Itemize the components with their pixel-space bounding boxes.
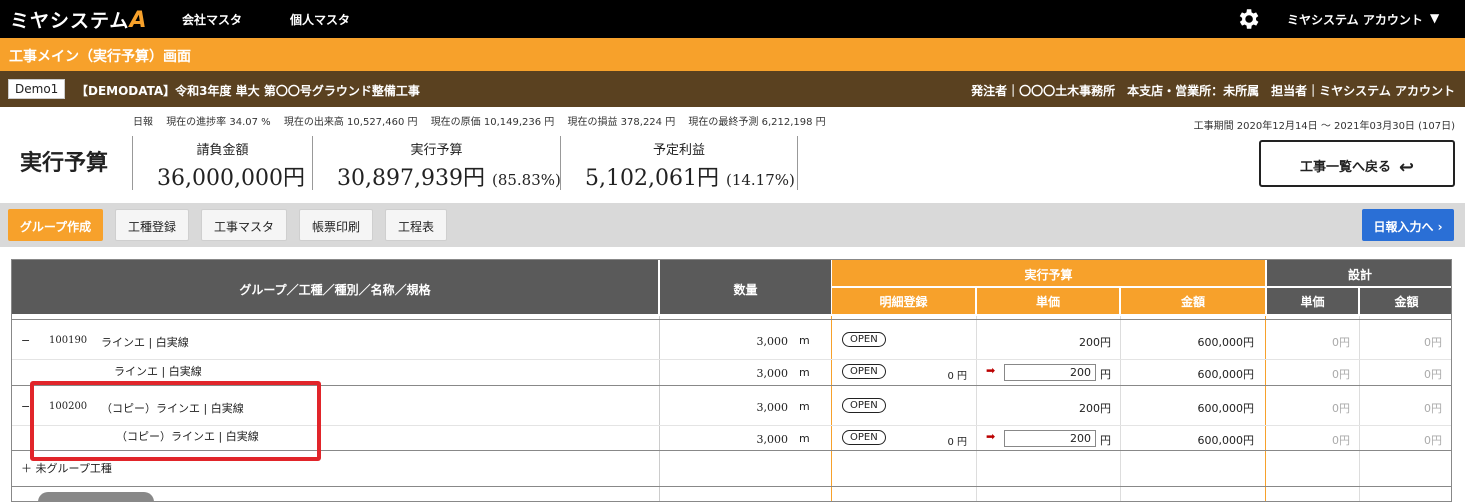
metric-label-contract: 請負金額 [196, 143, 249, 158]
bottom-button[interactable] [38, 492, 154, 502]
col-sep [1120, 316, 1121, 501]
stat-daily[interactable]: 日報 [133, 117, 153, 128]
qty-value: 3,000 [756, 433, 789, 446]
row-sep [12, 359, 1451, 360]
metric-label-profit: 予定利益 [652, 143, 705, 158]
detail-amount: 0 円 [947, 371, 967, 382]
qty-value: 3,000 [756, 367, 789, 380]
metric-label-budget: 実行予算 [410, 143, 463, 158]
qty-unit: m [799, 334, 810, 347]
item-name[interactable]: ラインエ | 白実線 [114, 363, 202, 379]
chevron-down-icon[interactable]: ▼ [1430, 11, 1439, 25]
header-unit-price: 単価 [977, 288, 1120, 314]
unit-price-suffix: 円 [1100, 434, 1111, 447]
arrow-icon: ➡ [986, 364, 996, 377]
design-unit-price: 0円 [1332, 434, 1350, 447]
project-bar: Demo1 【DEMODATA】令和3年度 単大 第〇〇号グラウンド整備工事 発… [0, 71, 1465, 107]
account-menu[interactable]: ミヤシステム アカウント [1287, 11, 1423, 28]
stat-forecast: 現在の最終予測 6,212,198 円 [688, 117, 826, 128]
metric-value-budget: 30,897,939円 (85.83%) [337, 166, 561, 191]
header-design-unit: 単価 [1266, 288, 1359, 314]
back-to-list-button[interactable]: 工事一覧へ戻る ↩ [1259, 140, 1455, 187]
stat-profit: 現在の損益 378,224 円 [567, 117, 676, 128]
stat-progress: 現在の進捗率 34.07 % [166, 117, 271, 128]
header-design-amount: 金額 [1360, 288, 1451, 314]
header-qty: 数量 [660, 260, 831, 314]
amount: 600,000円 [1197, 402, 1255, 415]
open-button[interactable]: OPEN [842, 364, 886, 379]
collapse-toggle[interactable]: − [21, 334, 30, 347]
print-forms-button[interactable]: 帳票印刷 [299, 209, 373, 241]
work-master-button[interactable]: 工事マスタ [201, 209, 287, 241]
qty-unit: m [799, 432, 810, 445]
unit-price: 200円 [1079, 402, 1111, 415]
top-navbar: ミヤシステムA 会社マスタ 個人マスタ ミヤシステム アカウント ▼ [0, 0, 1465, 38]
divider [797, 136, 798, 190]
design-unit-price: 0円 [1332, 368, 1350, 381]
nav-company-master[interactable]: 会社マスタ [182, 11, 242, 28]
unit-price-input[interactable]: 200 [1004, 430, 1096, 447]
metric-value-profit: 5,102,061円 (14.17%) [585, 166, 795, 191]
detail-amount: 0 円 [947, 437, 967, 448]
return-icon: ↩ [1398, 157, 1415, 178]
header-design: 設計 [1266, 260, 1451, 287]
stat-cost: 現在の原価 10,149,236 円 [430, 117, 555, 128]
qty-unit: m [799, 400, 810, 413]
unit-price: 200円 [1079, 336, 1111, 349]
amount: 600,000円 [1197, 336, 1255, 349]
design-unit-price: 0円 [1332, 336, 1350, 349]
metric-value-contract: 36,000,000円 [157, 166, 305, 191]
design-amount: 0円 [1424, 336, 1442, 349]
col-sep [1359, 316, 1360, 501]
qty-value: 3,000 [756, 401, 789, 414]
toolbar: グループ作成 工種登録 工事マスタ 帳票印刷 工程表 日報入力へ › [0, 203, 1465, 247]
ungrouped-work-types[interactable]: ＋ 未グループ工種 [21, 460, 112, 476]
row-sep [12, 319, 1451, 320]
qty-unit: m [799, 366, 810, 379]
qty-value: 3,000 [756, 335, 789, 348]
row-sep [12, 486, 1451, 487]
page-title: 実行予算 [20, 150, 109, 176]
open-button[interactable]: OPEN [842, 398, 886, 413]
app-logo[interactable]: ミヤシステムA [10, 6, 147, 33]
design-amount: 0円 [1424, 434, 1442, 447]
unit-price-suffix: 円 [1100, 368, 1111, 381]
nav-personal-master[interactable]: 個人マスタ [290, 11, 350, 28]
arrow-icon: ➡ [986, 430, 996, 443]
col-sep [659, 316, 660, 501]
screen-title: 工事メイン（実行予算）画面 [0, 38, 1465, 71]
create-group-button[interactable]: グループ作成 [8, 209, 103, 241]
open-button[interactable]: OPEN [842, 332, 886, 347]
design-unit-price: 0円 [1332, 402, 1350, 415]
col-sep [976, 316, 977, 501]
project-name: 【DEMODATA】令和3年度 単大 第〇〇号グラウンド整備工事 [76, 84, 420, 98]
header-detail: 明細登録 [832, 288, 976, 314]
gear-icon[interactable] [1235, 6, 1261, 32]
header-amount: 金額 [1121, 288, 1265, 314]
amount: 600,000円 [1197, 434, 1255, 447]
group-name[interactable]: ラインエ | 白実線 [101, 334, 189, 350]
daily-report-button[interactable]: 日報入力へ › [1362, 209, 1454, 241]
design-amount: 0円 [1424, 368, 1442, 381]
col-sep [831, 316, 832, 501]
demo-badge: Demo1 [8, 79, 66, 99]
stat-output: 現在の出来高 10,527,460 円 [283, 117, 418, 128]
col-sep [1265, 316, 1266, 501]
open-button[interactable]: OPEN [842, 430, 886, 445]
highlight-annotation [30, 381, 321, 461]
progress-stats: 日報 現在の進捗率 34.07 % 現在の出来高 10,527,460 円 現在… [133, 113, 836, 128]
amount: 600,000円 [1197, 368, 1255, 381]
collapse-toggle[interactable]: − [21, 400, 30, 413]
header-budget: 実行予算 [832, 260, 1265, 287]
project-meta: 発注者｜〇〇〇土木事務所 本支店・営業所：未所属 担当者｜ミヤシステム アカウン… [971, 84, 1455, 98]
group-code: 100190 [49, 335, 88, 346]
construction-period: 工事期間 2020年12月14日 〜 2021年03月30日 (107日) [1193, 121, 1455, 132]
design-amount: 0円 [1424, 402, 1442, 415]
schedule-button[interactable]: 工程表 [385, 209, 447, 241]
header-name: グループ／工種／種別／名称／規格 [12, 260, 659, 314]
unit-price-input[interactable]: 200 [1004, 364, 1096, 381]
register-work-type-button[interactable]: 工種登録 [115, 209, 189, 241]
